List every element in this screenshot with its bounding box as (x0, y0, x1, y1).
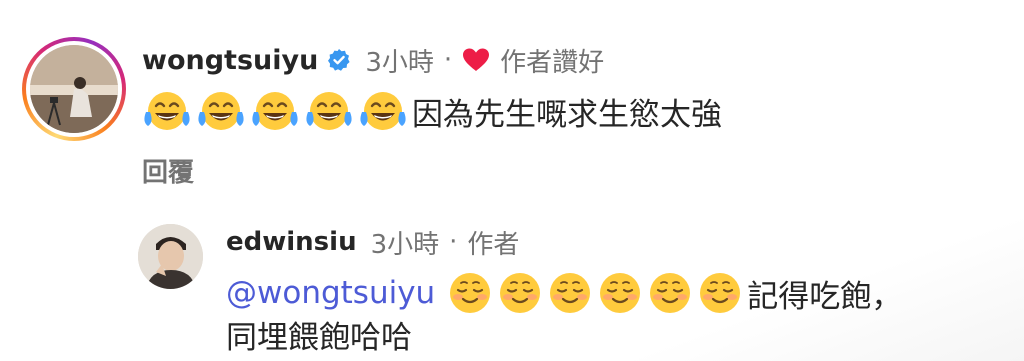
reply-timestamp: 3小時 (370, 229, 440, 260)
user-avatar-story-ring[interactable] (22, 37, 126, 141)
face-with-tears-of-joy-icon (198, 92, 244, 130)
verified-badge-icon (328, 49, 350, 71)
face-with-tears-of-joy-icon (360, 92, 406, 130)
comment-timestamp: 3小時 (365, 47, 434, 78)
separator-dot: · (443, 45, 453, 75)
smiling-face-icon (600, 273, 641, 313)
avatar-photo-icon (138, 224, 203, 289)
comment-header: wongtsuiyu 3小時 · 作者讚好 (142, 38, 604, 82)
reply-text-line-1: 記得吃飽， (747, 278, 903, 315)
smiling-face-icon (700, 273, 741, 313)
laughing-emoji-group (142, 88, 408, 134)
smiling-face-icon (650, 273, 691, 313)
reply-text-line-2: 同埋餵飽哈哈 (226, 320, 412, 356)
avatar-photo-icon (30, 45, 118, 133)
face-with-tears-of-joy-icon (252, 92, 298, 130)
reply-user-avatar[interactable] (138, 224, 203, 289)
smiling-face-icon (450, 273, 491, 313)
smiling-face-icon (500, 273, 541, 313)
separator-dot: · (449, 227, 458, 257)
reply-button[interactable]: 回覆 (142, 152, 194, 189)
comment-username[interactable]: wongtsuiyu (142, 45, 318, 76)
comment-body: 因為先生嘅求生慾太強 (142, 88, 722, 134)
reply-body: @wongtsuiyu 記得吃飽， 同埋餵飽哈哈 (226, 270, 1006, 360)
smiling-emoji-group (447, 270, 743, 316)
liked-by-author-label: 作者讚好 (500, 47, 605, 78)
heart-icon (463, 48, 490, 71)
user-avatar (30, 45, 118, 133)
author-tag: 作者 (467, 229, 520, 260)
comment-thread: wongtsuiyu 3小時 · 作者讚好 因為先生嘅求生慾太強 回覆 edwi… (0, 0, 1024, 361)
face-with-tears-of-joy-icon (306, 92, 352, 130)
comment-text: 因為先生嘅求生慾太強 (412, 96, 722, 133)
mention-link[interactable]: @wongtsuiyu (226, 275, 435, 311)
reply-line-1: @wongtsuiyu 記得吃飽， (226, 270, 1006, 316)
smiling-face-icon (550, 273, 591, 313)
reply-header: edwinsiu 3小時 · 作者 (226, 222, 519, 262)
avatar-ring-gap (26, 41, 122, 137)
reply-username[interactable]: edwinsiu (226, 227, 357, 257)
face-with-tears-of-joy-icon (144, 92, 190, 130)
